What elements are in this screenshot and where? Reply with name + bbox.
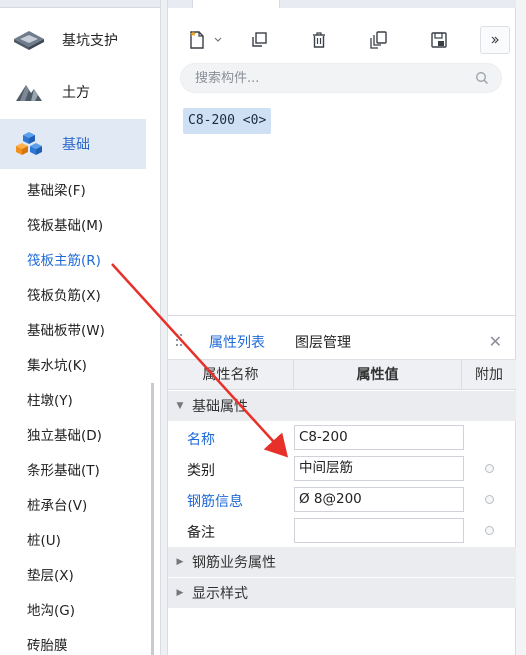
- delete-component-button[interactable]: [304, 26, 334, 54]
- property-name-label: 钢筋信息: [187, 494, 243, 510]
- group-display-style[interactable]: ▶ 显示样式: [168, 578, 516, 608]
- more-tools-button[interactable]: [480, 26, 510, 54]
- tab-component-list[interactable]: [192, 0, 280, 8]
- property-row-rebar-info: 钢筋信息 Ø 8@200: [168, 484, 516, 515]
- search-icon[interactable]: [475, 71, 489, 85]
- nav-item-foundation-beam[interactable]: 基础梁(F): [27, 179, 86, 199]
- group-label: 显示样式: [192, 586, 248, 602]
- nav-item-sump-pit[interactable]: 集水坑(K): [27, 354, 87, 374]
- nav-item-trench[interactable]: 地沟(G): [27, 599, 75, 619]
- panel-splitter[interactable]: [160, 0, 168, 655]
- component-item-c8-200[interactable]: C8-200 <0>: [183, 108, 272, 134]
- property-row-name: 名称 C8-200: [168, 422, 516, 453]
- nav-scrollbar[interactable]: [151, 383, 154, 655]
- column-header-value: 属性值: [294, 360, 462, 390]
- caret-right-icon: ▶: [176, 557, 184, 567]
- group-label: 基础属性: [192, 399, 248, 415]
- extra-checkbox[interactable]: [485, 495, 494, 504]
- nav-category-foundation[interactable]: 基础: [0, 119, 146, 169]
- component-panel-tabstrip: [168, 0, 516, 8]
- nav-category-pit-support[interactable]: 基坑支护: [0, 15, 146, 65]
- caret-right-icon: ▶: [176, 588, 184, 598]
- copy-icon: [252, 32, 267, 47]
- property-value-name-field[interactable]: C8-200: [294, 425, 464, 450]
- save-component-button[interactable]: [424, 26, 454, 54]
- property-panel: 属性列表 图层管理 ✕ 属性名称 属性值 附加 ▼ 基础属性 名称 C8-200…: [168, 316, 516, 655]
- nav-item-raft-main-rebar[interactable]: 筏板主筋(R): [27, 249, 101, 269]
- group-label: 钢筋业务属性: [192, 555, 276, 571]
- property-name-label: 类别: [187, 463, 215, 479]
- property-row-remark: 备注: [168, 515, 516, 546]
- copy-to-floor-button[interactable]: [364, 26, 394, 54]
- foundation-icon: [12, 131, 46, 157]
- component-toolbar: [182, 26, 512, 56]
- nav-item-column-pier[interactable]: 柱墩(Y): [27, 389, 73, 409]
- drag-handle-icon[interactable]: [176, 334, 182, 350]
- group-rebar-business-properties[interactable]: ▶ 钢筋业务属性: [168, 547, 516, 577]
- nav-item-foundation-strip[interactable]: 基础板带(W): [27, 319, 105, 339]
- pit-support-icon: [12, 27, 46, 53]
- extra-checkbox[interactable]: [485, 526, 494, 535]
- nav-item-raft-foundation[interactable]: 筏板基础(M): [27, 214, 103, 234]
- property-grid-header: 属性名称 属性值 附加: [168, 360, 516, 390]
- property-value-rebar-field[interactable]: Ø 8@200: [294, 487, 464, 512]
- new-file-icon: [190, 31, 204, 49]
- property-panel-tabs: 属性列表 图层管理 ✕: [168, 324, 516, 362]
- new-component-button[interactable]: [182, 26, 212, 54]
- nav-item-pile-cap[interactable]: 桩承台(V): [27, 494, 87, 514]
- nav-item-isolated-footing[interactable]: 独立基础(D): [27, 424, 102, 444]
- chevron-down-icon: [214, 37, 222, 42]
- property-value-remark-field[interactable]: [294, 518, 464, 543]
- column-header-extra: 附加: [475, 367, 503, 383]
- nav-item-pile[interactable]: 桩(U): [27, 529, 61, 549]
- layers-copy-icon: [370, 31, 387, 49]
- property-name-label: 名称: [187, 432, 215, 448]
- close-icon[interactable]: ✕: [489, 332, 502, 351]
- right-edge-gutter: [516, 0, 526, 655]
- nav-category-label: 基坑支护: [62, 33, 118, 49]
- new-dropdown-button[interactable]: [210, 26, 226, 54]
- save-icon: [431, 32, 447, 48]
- earthwork-icon: [12, 79, 46, 105]
- extra-checkbox[interactable]: [485, 464, 494, 473]
- group-basic-properties[interactable]: ▼ 基础属性: [168, 391, 516, 421]
- trash-icon: [313, 32, 325, 48]
- left-navigation: 基坑支护 土方 基础 基础梁(F) 筏板基础(M) 筏板主筋(R) 筏板负筋(X…: [0, 0, 160, 655]
- property-name-label: 备注: [187, 525, 215, 541]
- nav-category-label: 土方: [62, 85, 90, 101]
- component-search: [180, 63, 502, 93]
- component-list-panel: C8-200 <0>: [168, 0, 516, 316]
- double-chevron-right-icon: [491, 36, 499, 44]
- property-row-category: 类别 中间层筋: [168, 453, 516, 484]
- column-header-name: 属性名称: [168, 360, 294, 390]
- tab-layer-management[interactable]: 图层管理: [295, 332, 351, 352]
- property-value-category-field[interactable]: 中间层筋: [294, 456, 464, 481]
- copy-component-button[interactable]: [244, 26, 274, 54]
- caret-down-icon: ▼: [176, 401, 184, 411]
- nav-item-cushion[interactable]: 垫层(X): [27, 564, 74, 584]
- nav-item-raft-negative-rebar[interactable]: 筏板负筋(X): [27, 284, 101, 304]
- search-input[interactable]: [195, 70, 465, 86]
- nav-category-label: 基础: [62, 137, 90, 153]
- nav-item-brick-mold[interactable]: 砖胎膜: [27, 634, 68, 654]
- nav-category-earthwork[interactable]: 土方: [0, 67, 146, 117]
- tab-property-list[interactable]: 属性列表: [205, 332, 269, 362]
- left-panel-header: [0, 0, 160, 8]
- nav-item-strip-footing[interactable]: 条形基础(T): [27, 459, 100, 479]
